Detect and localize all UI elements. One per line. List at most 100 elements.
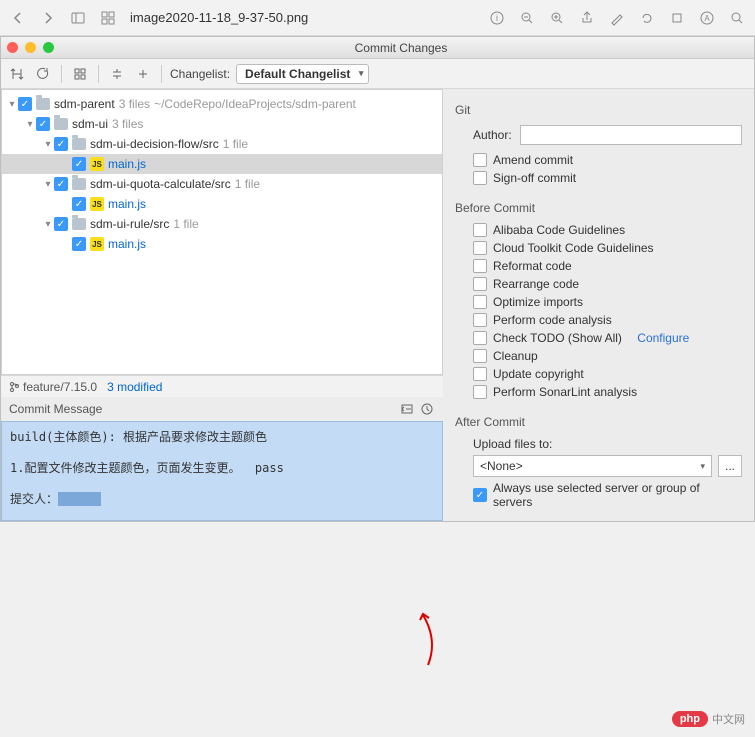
commit-toolbar: Changelist: Default Changelist: [1, 59, 754, 89]
twisty-icon[interactable]: ▾: [42, 179, 54, 190]
file-name: sdm-ui-rule/src: [90, 217, 169, 231]
maximize-icon[interactable]: [43, 42, 54, 53]
file-info: 1 file: [223, 137, 248, 151]
share-icon[interactable]: [579, 10, 595, 26]
tree-node[interactable]: ▾ sdm-ui-decision-flow/src 1 file: [2, 134, 442, 154]
search-icon[interactable]: [729, 10, 745, 26]
sidebar-icon[interactable]: [70, 10, 86, 26]
file-path: ~/CodeRepo/IdeaProjects/sdm-parent: [154, 97, 356, 111]
js-file-icon: JS: [90, 197, 104, 211]
checkbox-label: Rearrange code: [493, 277, 579, 291]
zoom-in-icon[interactable]: [549, 10, 565, 26]
checkbox-label: Reformat code: [493, 259, 572, 273]
mac-toolbar: image2020-11-18_9-37-50.png i A: [0, 0, 755, 36]
tree-node[interactable]: JSmain.js: [2, 234, 442, 254]
before-commit-section: Before Commit: [455, 201, 742, 215]
configure-link[interactable]: Configure: [637, 331, 689, 345]
twisty-icon[interactable]: ▾: [42, 219, 54, 230]
tree-node[interactable]: ▾sdm-parent3 files~/CodeRepo/IdeaProject…: [2, 94, 442, 114]
file-checkbox[interactable]: [54, 217, 68, 231]
file-name: sdm-ui-decision-flow/src: [90, 137, 219, 151]
author-label: Author:: [473, 128, 512, 142]
modified-count[interactable]: 3 modified: [107, 380, 162, 394]
dialog-title: Commit Changes: [54, 41, 748, 55]
expand-icon[interactable]: [107, 64, 127, 84]
js-file-icon: JS: [90, 157, 104, 171]
todo-checkbox[interactable]: [473, 331, 487, 345]
twisty-icon[interactable]: ▾: [6, 99, 18, 110]
zoom-out-icon[interactable]: [519, 10, 535, 26]
info-icon[interactable]: i: [489, 10, 505, 26]
checkbox[interactable]: [473, 385, 487, 399]
tree-node[interactable]: ▾ sdm-ui-rule/src 1 file: [2, 214, 442, 234]
dialog-titlebar: Commit Changes: [1, 37, 754, 59]
file-name: sdm-parent: [54, 97, 115, 111]
always-use-checkbox[interactable]: [473, 488, 487, 502]
folder-icon: [72, 218, 86, 230]
checkbox[interactable]: [473, 241, 487, 255]
file-tree[interactable]: ▾sdm-parent3 files~/CodeRepo/IdeaProject…: [1, 89, 443, 375]
upload-more-button[interactable]: ...: [718, 455, 742, 477]
edit-icon[interactable]: [609, 10, 625, 26]
annotate-icon[interactable]: A: [699, 10, 715, 26]
checkbox[interactable]: [473, 367, 487, 381]
group-icon[interactable]: [70, 64, 90, 84]
file-checkbox[interactable]: [54, 137, 68, 151]
branch-label[interactable]: feature/7.15.0: [9, 380, 97, 394]
upload-dropdown[interactable]: <None>: [473, 455, 712, 477]
folder-icon: [54, 118, 68, 130]
revert-icon[interactable]: [33, 64, 53, 84]
checkbox[interactable]: [473, 223, 487, 237]
close-icon[interactable]: [7, 42, 18, 53]
folder-icon: [36, 98, 50, 110]
forward-icon[interactable]: [40, 10, 56, 26]
diff-icon[interactable]: [7, 64, 27, 84]
checkbox-label: Update copyright: [493, 367, 584, 381]
signoff-checkbox[interactable]: [473, 171, 487, 185]
commit-message-textarea[interactable]: build(主体颜色): 根据产品要求修改主题颜色 1.配置文件修改主题颜色，页…: [1, 421, 443, 521]
file-info: 1 file: [173, 217, 198, 231]
grid-icon[interactable]: [100, 10, 116, 26]
status-bar: feature/7.15.0 3 modified: [1, 375, 443, 397]
commit-message-header: Commit Message: [1, 397, 443, 421]
minimize-icon[interactable]: [25, 42, 36, 53]
checkbox-label: Cleanup: [493, 349, 538, 363]
folder-icon: [72, 178, 86, 190]
crop-icon[interactable]: [669, 10, 685, 26]
checkbox-label: Cloud Toolkit Code Guidelines: [493, 241, 654, 255]
file-checkbox[interactable]: [72, 197, 86, 211]
author-input[interactable]: [520, 125, 742, 145]
svg-text:A: A: [704, 14, 710, 23]
back-icon[interactable]: [10, 10, 26, 26]
annotation-arrow: [418, 610, 448, 673]
commit-message-history-icon[interactable]: [419, 401, 435, 417]
file-name: main.js: [108, 197, 146, 211]
tree-node[interactable]: JS main.js: [2, 194, 442, 214]
checkbox[interactable]: [473, 349, 487, 363]
file-checkbox[interactable]: [18, 97, 32, 111]
after-commit-section: After Commit: [455, 415, 742, 429]
checkbox[interactable]: [473, 295, 487, 309]
collapse-icon[interactable]: [133, 64, 153, 84]
watermark-logo: php: [672, 711, 708, 727]
file-checkbox[interactable]: [36, 117, 50, 131]
commit-message-presets-icon[interactable]: [399, 401, 415, 417]
changelist-dropdown[interactable]: Default Changelist: [236, 64, 369, 84]
watermark-text: 中文网: [712, 711, 745, 727]
upload-label: Upload files to:: [473, 437, 552, 451]
checkbox[interactable]: [473, 313, 487, 327]
checkbox-label: Perform SonarLint analysis: [493, 385, 637, 399]
file-name: sdm-ui-quota-calculate/src: [90, 177, 231, 191]
tree-node[interactable]: ▾sdm-ui-quota-calculate/src1 file: [2, 174, 442, 194]
rotate-icon[interactable]: [639, 10, 655, 26]
twisty-icon[interactable]: ▾: [42, 139, 54, 150]
checkbox[interactable]: [473, 277, 487, 291]
file-checkbox[interactable]: [54, 177, 68, 191]
amend-checkbox[interactable]: [473, 153, 487, 167]
tree-node[interactable]: ▾sdm-ui3 files: [2, 114, 442, 134]
tree-node[interactable]: JSmain.js: [2, 154, 442, 174]
file-checkbox[interactable]: [72, 237, 86, 251]
twisty-icon[interactable]: ▾: [24, 119, 36, 130]
file-checkbox[interactable]: [72, 157, 86, 171]
checkbox[interactable]: [473, 259, 487, 273]
